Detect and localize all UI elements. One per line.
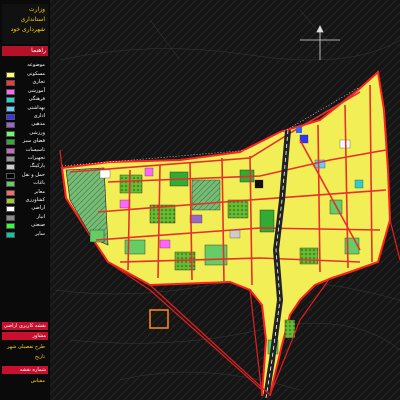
legend-swatch — [6, 88, 15, 95]
legend-item: تجاری — [2, 79, 48, 87]
legend-label: کشاورزی — [25, 197, 45, 203]
title-line-1: وزارت — [28, 6, 45, 13]
title-line-2: استانداری — [20, 16, 45, 23]
legend-swatch — [6, 172, 15, 179]
info-block: نقشه کاربری اراضی مشاور طرح تفصیلی شهر ت… — [2, 322, 48, 394]
legend-label: آموزشی — [27, 87, 45, 94]
legend-swatch — [6, 189, 15, 196]
legend-panel: وزارت استانداری شهرداری خود راهنما موضوع… — [0, 0, 51, 400]
legend-label: تجاری — [32, 79, 45, 86]
legend-label: باغات — [33, 180, 45, 187]
legend-label: مذهبی — [31, 121, 45, 128]
legend-swatch — [6, 198, 15, 204]
legend-item: مذهبی — [2, 121, 48, 129]
legend-swatch — [6, 130, 15, 137]
info-bar-3: شماره نقشه — [2, 366, 48, 374]
legend-item: تاسیسات — [2, 146, 48, 155]
legend-label: تجهیزات — [27, 155, 45, 161]
legend-swatch — [6, 139, 15, 146]
legend-label: معابر — [34, 188, 45, 195]
legend-label: اراضی — [31, 205, 45, 212]
legend-item: کشاورزی — [2, 197, 48, 205]
legend-item: فضای سبز — [2, 138, 48, 146]
legend-item: مسکونی — [2, 71, 48, 79]
info-text-1: طرح تفصیلی شهر — [7, 344, 45, 350]
legend-label: تاسیسات — [25, 146, 45, 153]
legend: موضوعه مسکونی تجاری آموزشی فرهنگی بهداشتی ادا… — [2, 62, 48, 242]
legend-item: بهداشتی — [2, 104, 48, 113]
legend-swatch — [6, 72, 15, 78]
info-text-3: مقیاس — [30, 378, 45, 384]
legend-item: حمل و نقل — [2, 171, 48, 180]
info-bar-1: نقشه کاربری اراضی — [2, 322, 48, 330]
info-bar-2: مشاور — [2, 332, 48, 340]
legend-swatch — [6, 164, 15, 171]
info-text-2: تاریخ — [35, 354, 45, 360]
legend-label: سایر — [35, 230, 45, 237]
legend-label: ورزشی — [29, 129, 45, 136]
legend-item: تجهیزات — [2, 155, 48, 163]
legend-label: انبار — [36, 213, 45, 220]
legend-label: مسکونی — [26, 71, 45, 77]
legend-swatch — [6, 114, 15, 120]
legend-item: انبار — [2, 213, 48, 222]
title-line-3: شهرداری خود — [10, 26, 45, 33]
legend-swatch — [6, 214, 15, 221]
legend-swatch — [6, 223, 15, 230]
legend-swatch — [6, 80, 15, 87]
legend-item: آموزشی — [2, 87, 48, 96]
legend-item: صنعتی — [2, 222, 48, 230]
map-viewport: وزارت استانداری شهرداری خود راهنما موضوع… — [0, 0, 400, 400]
legend-header: راهنما — [2, 46, 48, 56]
legend-item: سایر — [2, 230, 48, 239]
legend-label: صنعتی — [31, 222, 45, 229]
legend-item: اداری — [2, 113, 48, 121]
legend-swatch — [6, 97, 15, 104]
legend-swatch — [6, 105, 15, 112]
legend-swatch — [6, 147, 15, 154]
legend-item: معابر — [2, 188, 48, 197]
legend-swatch — [6, 122, 15, 129]
legend-item: باغات — [2, 180, 48, 188]
legend-swatch — [6, 181, 15, 188]
legend-label: فضای سبز — [22, 138, 45, 145]
legend-label: پارکینگ — [29, 163, 45, 170]
legend-label: فرهنگی — [28, 96, 45, 103]
legend-label: بهداشتی — [27, 104, 45, 111]
legend-item: اراضی — [2, 205, 48, 213]
legend-label: حمل و نقل — [21, 171, 45, 178]
land-use-map — [50, 0, 400, 400]
title-block: وزارت استانداری شهرداری خود — [2, 4, 48, 44]
legend-swatch — [6, 156, 15, 162]
legend-item: فرهنگی — [2, 96, 48, 104]
legend-swatch — [6, 231, 15, 238]
legend-subtitle: موضوعه — [27, 62, 45, 68]
legend-item: پارکینگ — [2, 163, 48, 171]
legend-label: اداری — [33, 113, 45, 119]
blue-marker — [296, 127, 302, 133]
legend-swatch — [6, 206, 15, 213]
legend-item: ورزشی — [2, 129, 48, 138]
